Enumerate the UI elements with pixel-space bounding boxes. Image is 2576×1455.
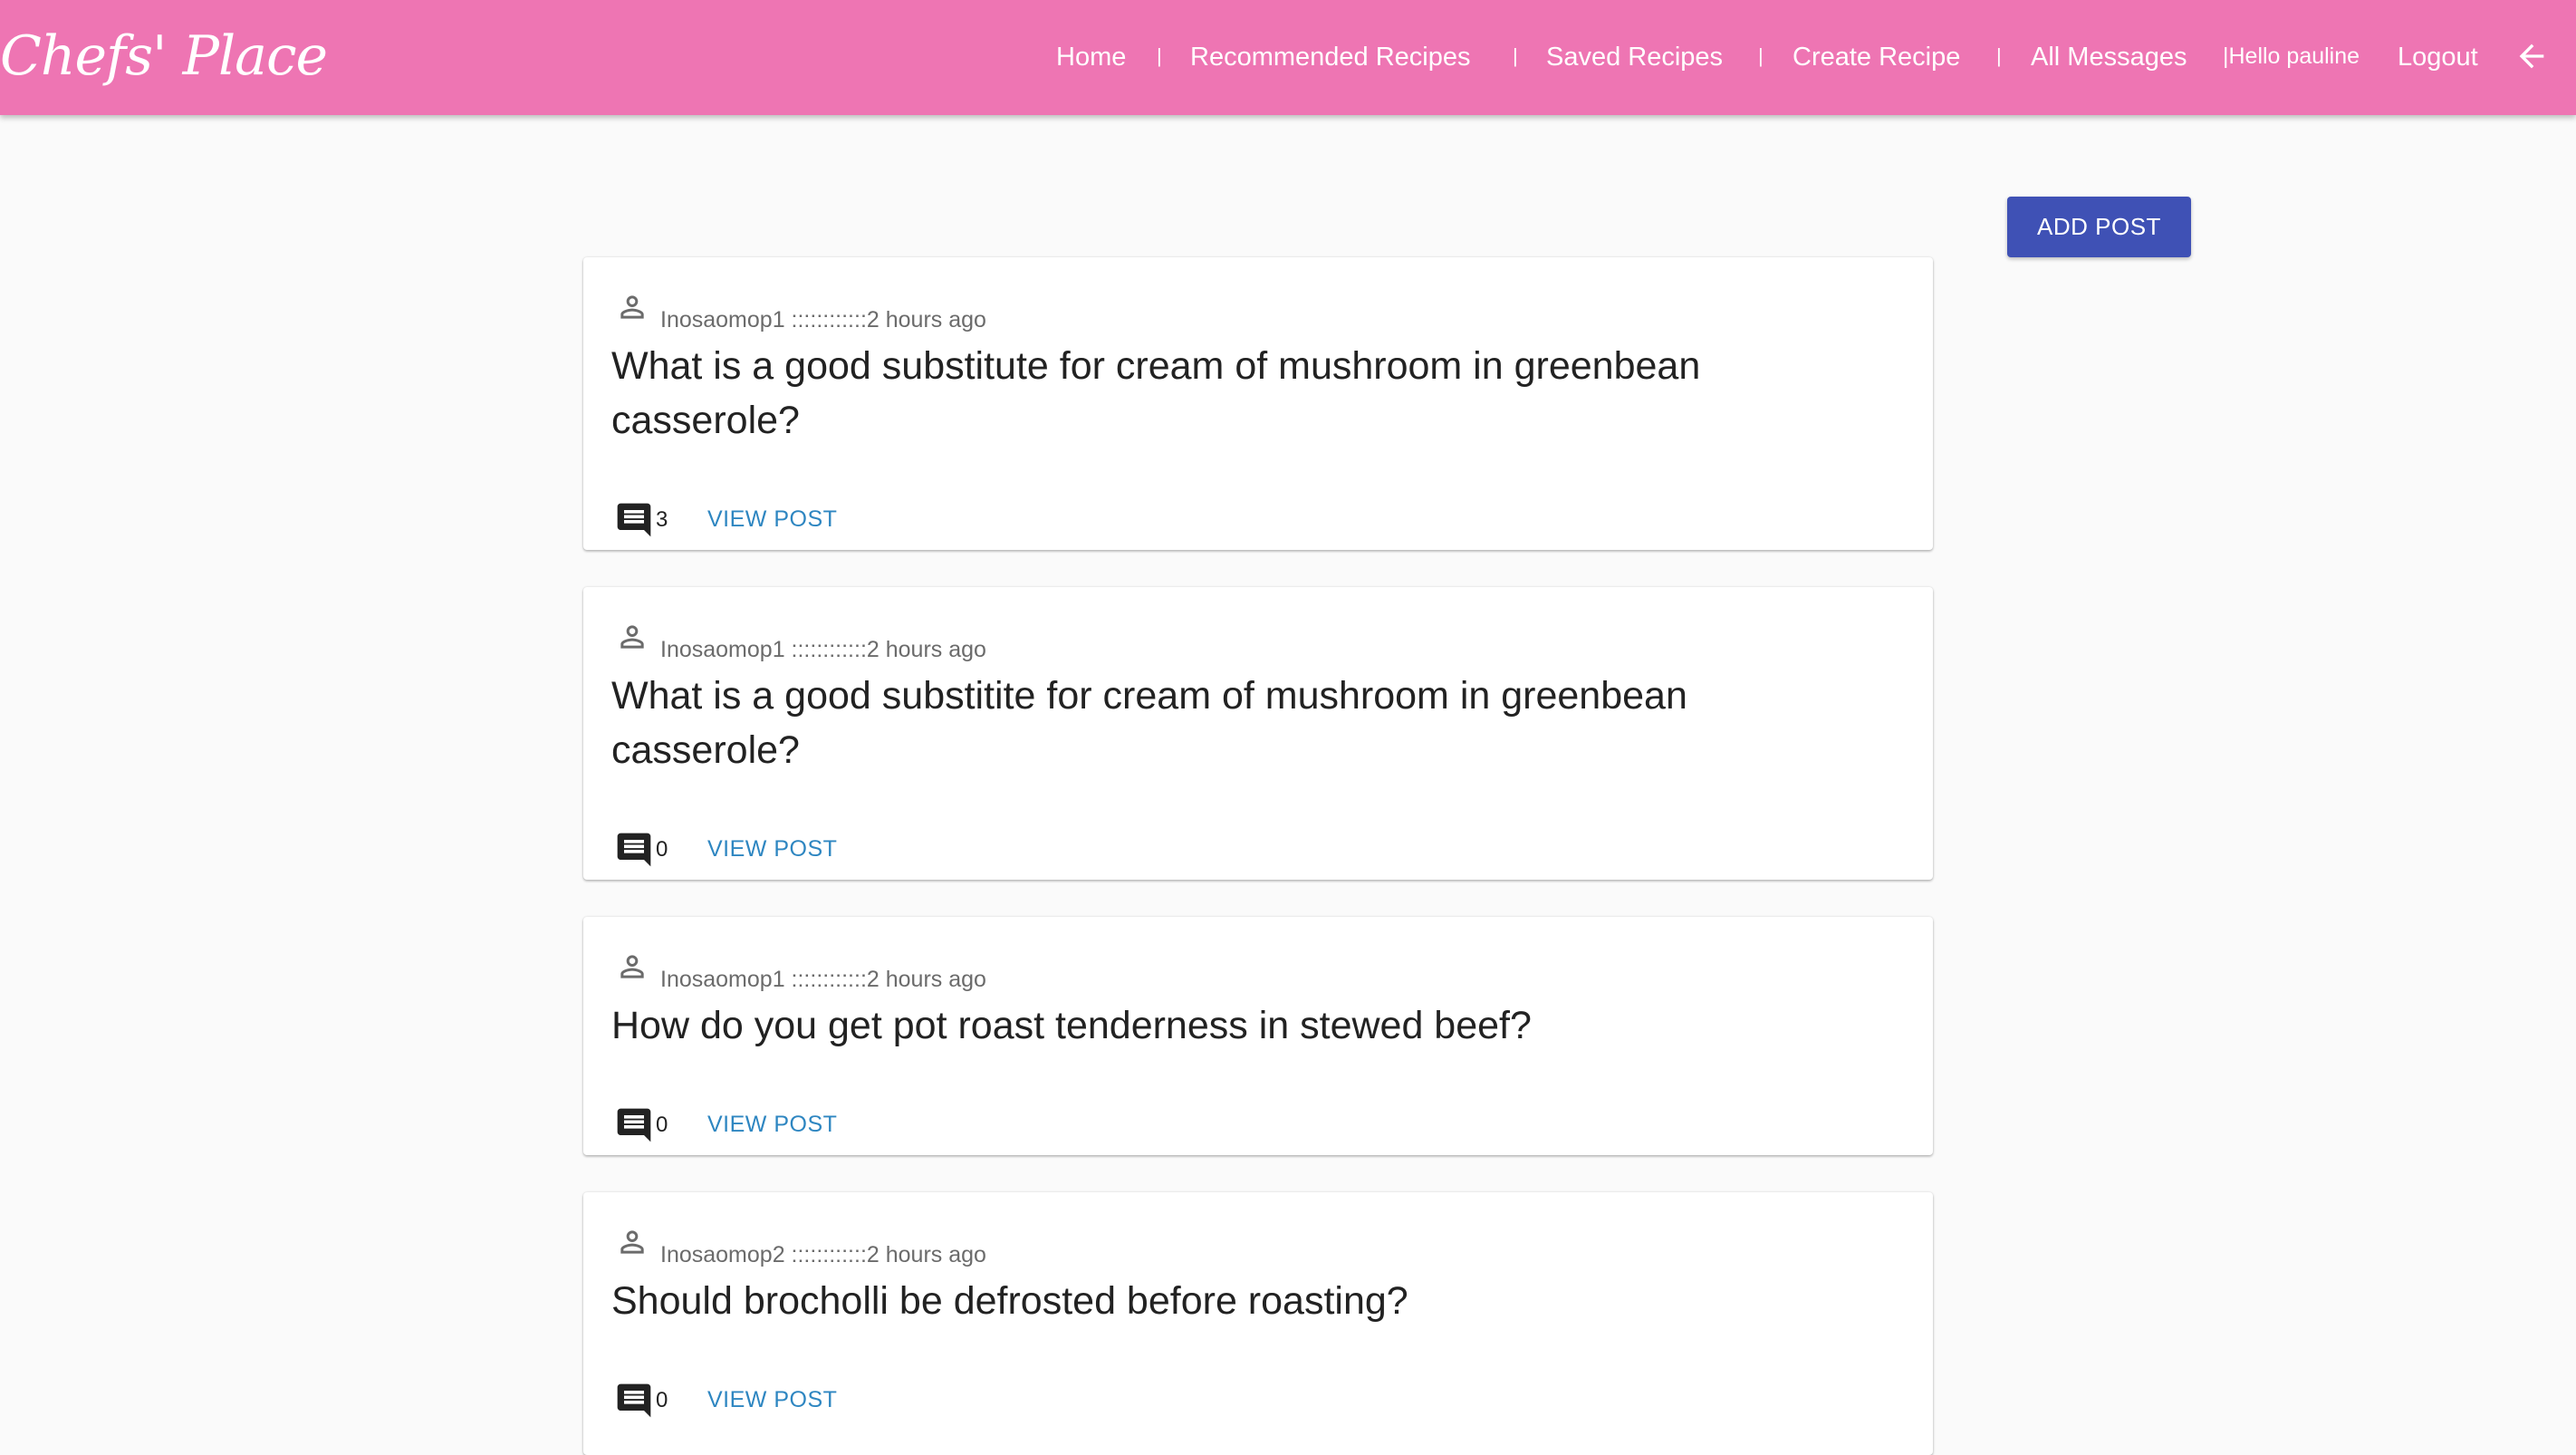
comment-icon: [617, 503, 651, 537]
post-meta: Inosaomop1 ::::::::::::2 hours ago: [660, 967, 986, 992]
post-title: What is a good substitite for cream of m…: [611, 674, 1687, 772]
nav-separator: |: [1513, 44, 1518, 67]
comment-count: 0: [656, 837, 668, 862]
person-outline-icon: [620, 295, 644, 319]
nav-create-recipe[interactable]: Create Recipe: [1793, 0, 1960, 115]
brand-logo[interactable]: Chefs' Place: [0, 20, 328, 92]
nav-logout[interactable]: Logout: [2398, 0, 2478, 115]
comment-icon: [617, 833, 651, 867]
nav-all-messages[interactable]: All Messages: [2031, 0, 2187, 115]
post-title: How do you get pot roast tenderness in s…: [611, 1004, 1532, 1047]
nav-recommended-recipes[interactable]: Recommended Recipes: [1190, 0, 1470, 115]
view-post-button[interactable]: VIEW POST: [707, 506, 837, 533]
post-meta: Inosaomop2 ::::::::::::2 hours ago: [660, 1242, 986, 1267]
add-post-button[interactable]: ADD POST: [2007, 197, 2191, 257]
comment-count: 0: [656, 1388, 668, 1412]
person-outline-icon: [620, 1230, 644, 1254]
person-outline-icon: [620, 625, 644, 649]
user-greeting: |Hello pauline: [2223, 43, 2360, 69]
comment-icon: [617, 1108, 651, 1142]
person-outline-icon: [620, 955, 644, 978]
post-card: Inosaomop2 ::::::::::::2 hours ago Shoul…: [583, 1192, 1933, 1455]
post-title: Should brocholli be defrosted before roa…: [611, 1279, 1408, 1323]
post-card: Inosaomop1 ::::::::::::2 hours ago What …: [583, 587, 1933, 880]
nav-home[interactable]: Home: [1056, 0, 1126, 115]
comment-icon: [617, 1383, 651, 1418]
nav-separator: |: [1157, 44, 1162, 67]
post-meta: Inosaomop1 ::::::::::::2 hours ago: [660, 307, 986, 332]
nav-separator: |: [1758, 44, 1764, 67]
post-card: Inosaomop1 ::::::::::::2 hours ago How d…: [583, 917, 1933, 1155]
post-meta: Inosaomop1 ::::::::::::2 hours ago: [660, 637, 986, 662]
post-title: What is a good substitute for cream of m…: [611, 344, 1701, 442]
top-navbar: Chefs' Place Home | Recommended Recipes …: [0, 0, 2576, 115]
comment-count: 0: [656, 1113, 668, 1137]
post-card: Inosaomop1 ::::::::::::2 hours ago What …: [583, 257, 1933, 550]
view-post-button[interactable]: VIEW POST: [707, 836, 837, 862]
view-post-button[interactable]: VIEW POST: [707, 1112, 837, 1138]
nav-saved-recipes[interactable]: Saved Recipes: [1546, 0, 1723, 115]
view-post-button[interactable]: VIEW POST: [707, 1387, 837, 1413]
arrow-back-icon[interactable]: [2514, 38, 2550, 74]
nav-separator: |: [1996, 44, 2002, 67]
comment-count: 3: [656, 507, 668, 532]
